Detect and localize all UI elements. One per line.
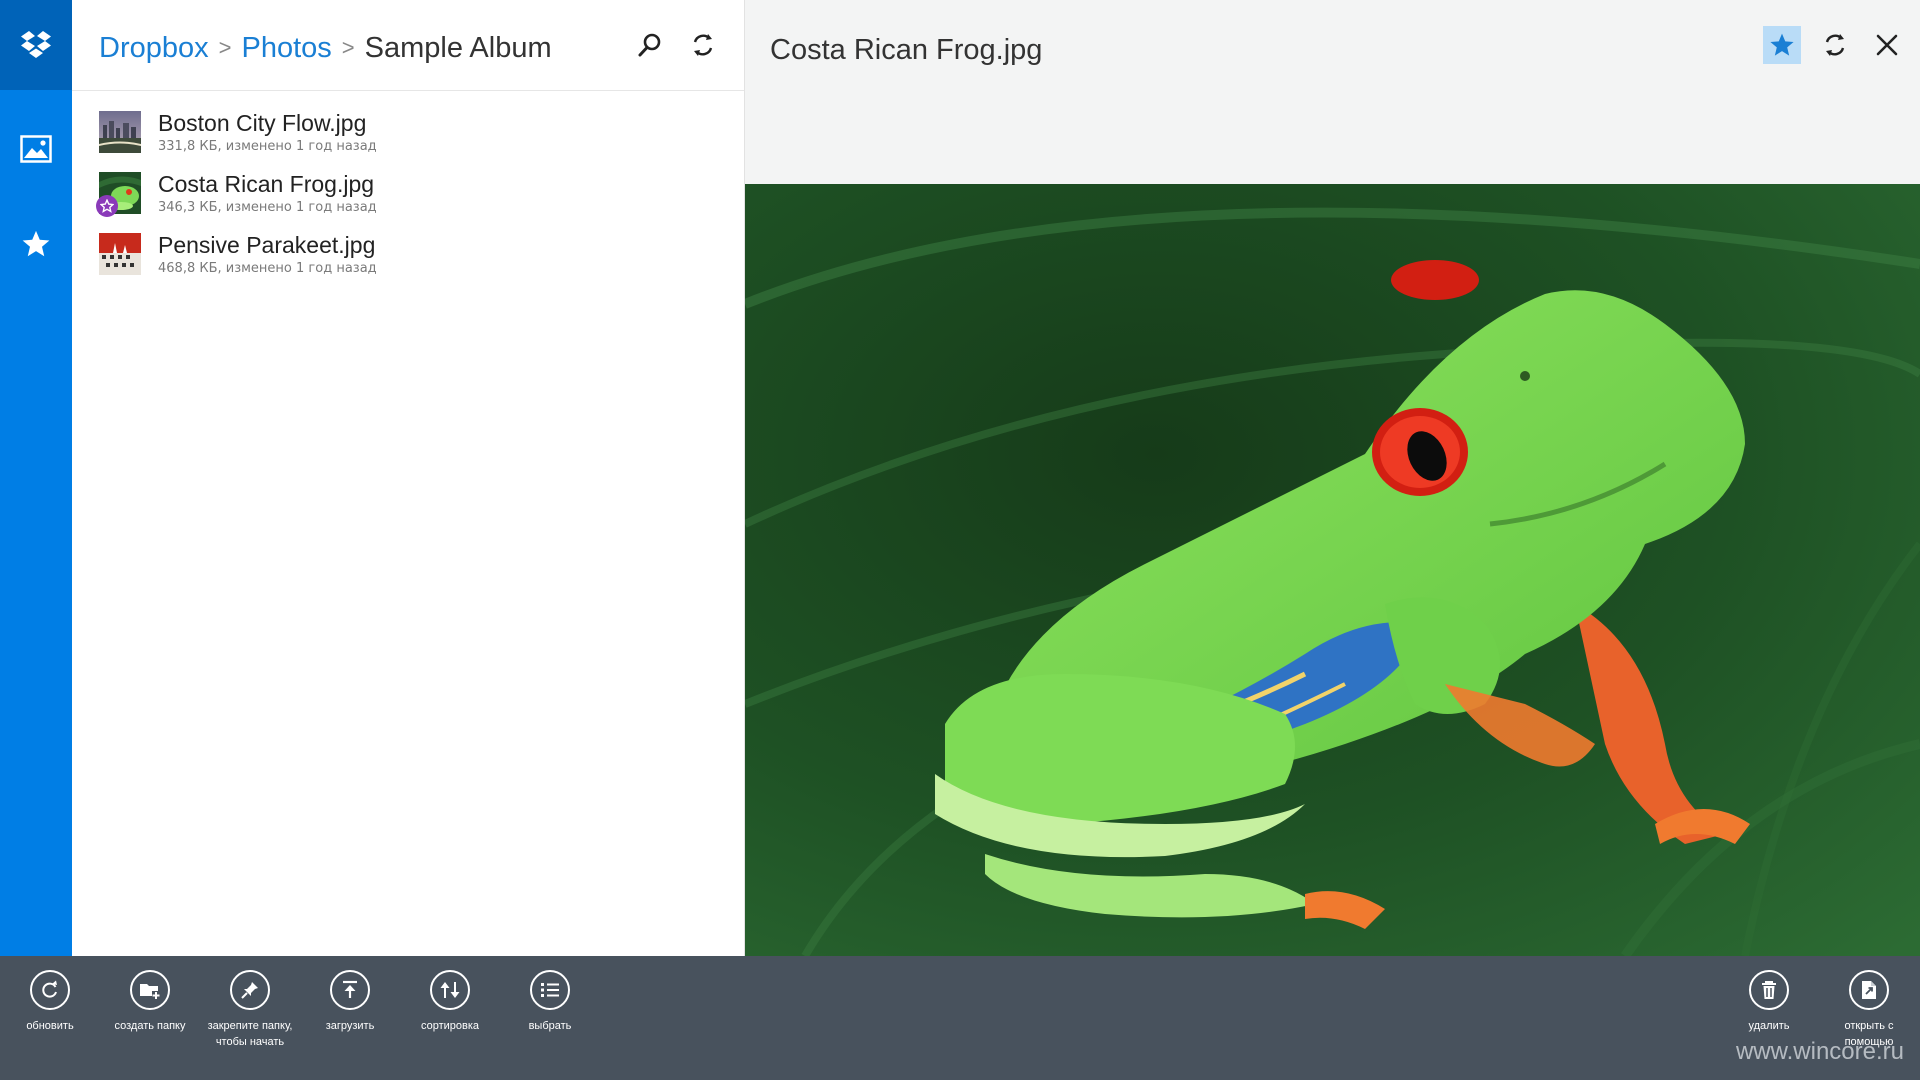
sync-icon [1825,34,1845,56]
file-thumbnail [99,233,141,275]
close-icon [1876,34,1898,56]
delete-circle [1749,970,1789,1010]
breadcrumb-current: Sample Album [364,32,552,64]
favorite-toggle-button[interactable] [1763,26,1801,64]
file-meta: 468,8 КБ, изменено 1 год назад [158,261,377,276]
app-bar: обновить создать папку закрепите папку, … [0,956,1920,1080]
rail-dropbox-button[interactable] [0,0,72,90]
rail-photos-button[interactable] [0,104,72,194]
file-list-pane: Dropbox > Photos > Sample Album Boston C… [72,0,745,956]
sort-label: сортировка [420,1020,480,1032]
pin-circle [230,970,270,1010]
delete-label: удалить [1748,1020,1790,1032]
file-list: Boston City Flow.jpg 331,8 КБ, изменено … [72,108,744,291]
refresh-button[interactable]: обновить [0,970,100,1034]
pin-folder-label: закрепите папку, чтобы начать [207,1020,293,1048]
star-icon [22,230,50,257]
breadcrumb: Dropbox > Photos > Sample Album [99,30,552,68]
dropbox-logo-icon [21,31,51,58]
refresh-circle [30,970,70,1010]
select-circle [530,970,570,1010]
frog-photo-image [745,184,1920,956]
watermark: www.wincore.ru [1735,1038,1904,1065]
file-item-boston[interactable]: Boston City Flow.jpg 331,8 КБ, изменено … [72,108,744,169]
star-outline-icon [100,199,114,213]
preview-title: Costa Rican Frog.jpg [770,34,1043,66]
file-item-parakeet[interactable]: Pensive Parakeet.jpg 468,8 КБ, изменено … [72,230,744,291]
rail-favorites-button[interactable] [0,199,72,289]
refresh-label: обновить [26,1020,74,1032]
file-meta: 331,8 КБ, изменено 1 год назад [158,139,377,154]
list-select-icon [541,983,559,997]
upload-icon [343,980,357,998]
new-folder-circle [130,970,170,1010]
pin-folder-button[interactable]: закрепите папку, чтобы начать [200,970,300,1050]
file-name: Boston City Flow.jpg [158,110,367,136]
nav-rail [0,0,72,956]
breadcrumb-dropbox[interactable]: Dropbox [99,32,209,64]
breadcrumb-separator: > [341,35,355,60]
breadcrumb-photos[interactable]: Photos [241,32,331,64]
new-folder-label: создать папку [114,1020,186,1032]
search-icon [638,33,661,57]
list-header: Dropbox > Photos > Sample Album [72,0,744,91]
file-meta: 346,3 КБ, изменено 1 год назад [158,200,377,215]
select-button[interactable]: выбрать [500,970,600,1034]
upload-circle [330,970,370,1010]
search-button[interactable] [631,26,669,64]
photo-preview [745,184,1920,956]
preview-header: Costa Rican Frog.jpg [745,0,1920,90]
file-name: Pensive Parakeet.jpg [158,232,376,258]
preview-sync-button[interactable] [1816,26,1854,64]
new-folder-button[interactable]: создать папку [100,970,200,1034]
upload-label: загрузить [325,1020,375,1032]
favorite-badge [96,195,118,217]
file-thumbnail [99,111,141,153]
sync-icon [693,34,713,56]
upload-button[interactable]: загрузить [300,970,400,1034]
file-item-frog[interactable]: Costa Rican Frog.jpg 346,3 КБ, изменено … [72,169,744,230]
refresh-icon [42,980,57,998]
sort-circle [430,970,470,1010]
preview-pane: Costa Rican Frog.jpg [745,0,1920,956]
select-label: выбрать [528,1020,572,1032]
sort-button[interactable]: сортировка [400,970,500,1034]
trash-icon [1762,981,1776,999]
photos-icon [20,135,52,163]
sync-button[interactable] [684,26,722,64]
breadcrumb-separator: > [218,35,232,60]
delete-button[interactable]: удалить [1719,970,1819,1034]
sort-icon [440,982,460,998]
file-name: Costa Rican Frog.jpg [158,171,375,197]
favorite-star-icon [1770,33,1794,56]
pin-icon [241,982,258,999]
close-preview-button[interactable] [1868,26,1906,64]
open-with-circle [1849,970,1889,1010]
open-with-icon [1862,981,1876,999]
folder-add-icon [140,984,160,999]
